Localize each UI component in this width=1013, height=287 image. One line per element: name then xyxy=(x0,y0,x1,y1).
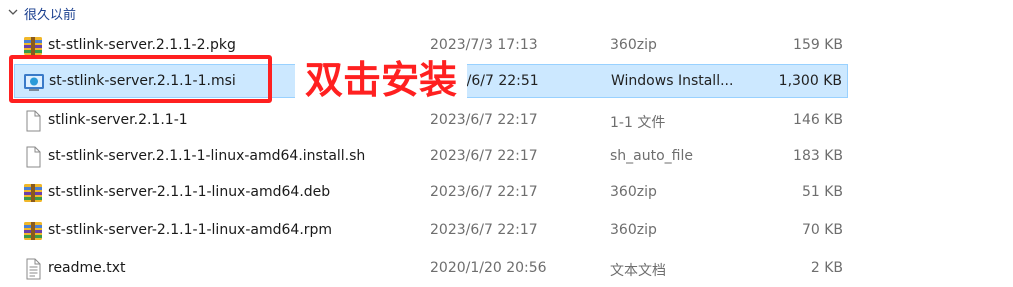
file-row[interactable]: st-stlink-server.2.1.1-1-linux-amd64.ins… xyxy=(14,140,848,174)
file-row[interactable]: st-stlink-server-2.1.1-1-linux-amd64.deb… xyxy=(14,176,848,210)
file-size: 51 KB xyxy=(801,184,843,200)
file-name[interactable]: st-stlink-server.2.1.1-1-linux-amd64.ins… xyxy=(48,148,365,164)
winrar-archive-icon xyxy=(24,184,42,202)
file-date: 2023/6/7 22:17 xyxy=(430,222,538,238)
file-type: 360zip xyxy=(610,37,657,53)
file-name[interactable]: st-stlink-server-2.1.1-1-linux-amd64.rpm xyxy=(48,222,332,238)
group-header[interactable]: 很久以前 xyxy=(0,0,1013,26)
file-type: 360zip xyxy=(610,184,657,200)
file-size: 1,300 KB xyxy=(778,73,842,89)
file-type: 1-1 文件 xyxy=(610,115,666,131)
file-date: 2023/6/7 22:17 xyxy=(430,148,538,164)
chevron-down-icon[interactable] xyxy=(7,6,19,18)
file-type: 360zip xyxy=(610,222,657,238)
file-type: sh_auto_file xyxy=(610,148,693,164)
file-row[interactable]: stlink-server.2.1.1-1 2023/6/7 22:17 1-1… xyxy=(14,104,848,138)
file-size: 70 KB xyxy=(801,222,843,238)
winrar-archive-icon xyxy=(24,37,42,55)
file-size: 146 KB xyxy=(793,112,843,128)
file-name[interactable]: readme.txt xyxy=(48,260,126,276)
file-name[interactable]: st-stlink-server.2.1.1-2.pkg xyxy=(48,37,236,53)
file-name[interactable]: st-stlink-server-2.1.1-1-linux-amd64.deb xyxy=(48,184,330,200)
blank-file-icon xyxy=(26,146,41,168)
file-date: 2023/6/7 22:17 xyxy=(430,184,538,200)
blank-file-icon xyxy=(26,110,41,132)
group-title: 很久以前 xyxy=(24,8,77,23)
file-row[interactable]: st-stlink-server-2.1.1-1-linux-amd64.rpm… xyxy=(14,214,848,248)
file-size: 159 KB xyxy=(793,37,843,53)
winrar-archive-icon xyxy=(24,222,42,240)
file-type: 文本文档 xyxy=(610,263,666,279)
file-size: 2 KB xyxy=(810,260,843,276)
file-type: Windows Install... xyxy=(611,73,734,89)
text-document-icon xyxy=(26,258,41,280)
file-name[interactable]: stlink-server.2.1.1-1 xyxy=(48,112,188,128)
file-date: 2020/1/20 20:56 xyxy=(430,260,547,276)
file-row[interactable]: readme.txt 2020/1/20 20:56 文本文档 2 KB xyxy=(14,252,848,286)
file-name[interactable]: st-stlink-server.2.1.1-1.msi xyxy=(49,73,236,89)
file-date: 2023/6/7 22:17 xyxy=(430,112,538,128)
msi-installer-icon xyxy=(24,74,44,91)
file-size: 183 KB xyxy=(793,148,843,164)
annotation-label: 双击安装 xyxy=(295,54,468,106)
file-date: 2023/7/3 17:13 xyxy=(430,37,538,53)
